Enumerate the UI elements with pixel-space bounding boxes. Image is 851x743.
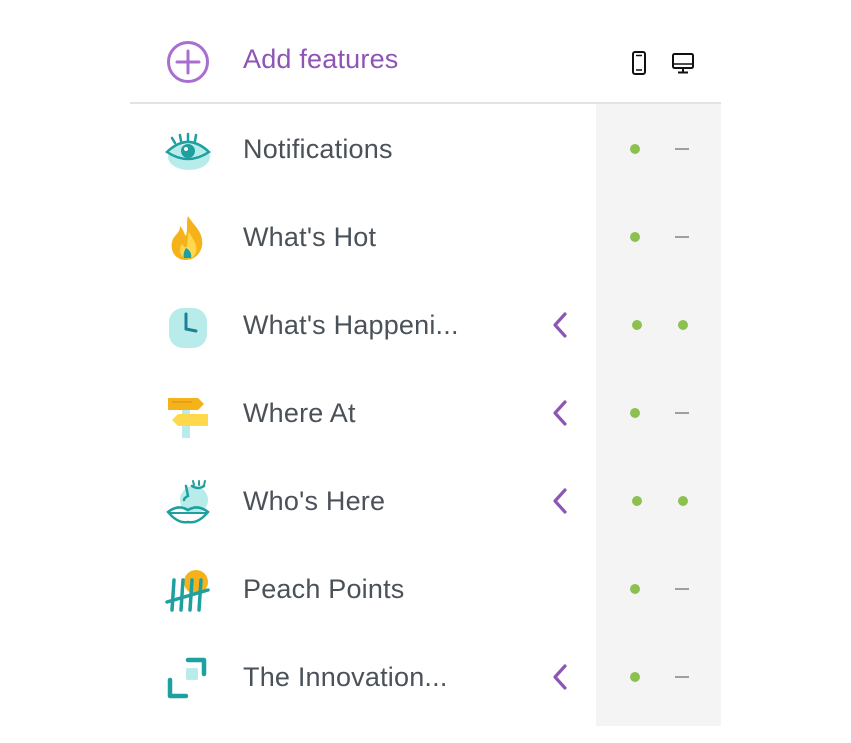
enabled-dot-icon [630, 584, 640, 594]
mobile-phone-icon [632, 51, 646, 75]
feature-row-whats-hot[interactable]: What's Hot [130, 194, 721, 282]
features-panel: Add features Notifications What's Hot Wh… [130, 0, 721, 743]
mobile-status[interactable] [625, 403, 645, 423]
feature-row-whats-happening[interactable]: What's Happeni... [130, 282, 721, 370]
disabled-dash-icon [675, 588, 689, 590]
feature-row-the-innovation[interactable]: The Innovation... [130, 634, 721, 722]
features-header: Add features [130, 0, 721, 104]
mobile-status[interactable] [625, 667, 645, 687]
desktop-status[interactable] [673, 579, 693, 599]
desktop-status[interactable] [673, 227, 693, 247]
expand-frame-icon [167, 657, 207, 699]
enabled-dot-icon [632, 496, 642, 506]
feature-label: What's Happeni... [243, 310, 459, 340]
enabled-dot-icon [678, 320, 688, 330]
mobile-status[interactable] [625, 227, 645, 247]
feature-row-peach-points[interactable]: Peach Points [130, 546, 721, 634]
desktop-status[interactable] [673, 667, 693, 687]
enabled-dot-icon [630, 232, 640, 242]
face-icon [166, 480, 210, 524]
desktop-status[interactable] [673, 139, 693, 159]
feature-label: The Innovation... [243, 662, 448, 692]
feature-label: Who's Here [243, 486, 386, 516]
desktop-status[interactable] [673, 491, 693, 511]
enabled-dot-icon [630, 672, 640, 682]
desktop-status[interactable] [673, 315, 693, 335]
tally-marks-icon [165, 570, 210, 612]
eye-icon [165, 132, 211, 170]
disabled-dash-icon [675, 676, 689, 678]
mobile-status[interactable] [625, 579, 645, 599]
disabled-dash-icon [675, 236, 689, 238]
mobile-status[interactable] [627, 491, 647, 511]
mobile-status[interactable] [625, 139, 645, 159]
enabled-dot-icon [630, 408, 640, 418]
clock-icon [169, 308, 207, 348]
feature-label: What's Hot [243, 222, 377, 252]
desktop-status[interactable] [673, 403, 693, 423]
signpost-icon [168, 398, 208, 438]
add-features-button[interactable]: Add features [243, 44, 399, 75]
chevron-left-icon[interactable] [550, 310, 572, 340]
feature-row-notifications[interactable]: Notifications [130, 106, 721, 194]
fire-icon [171, 216, 203, 260]
enabled-dot-icon [678, 496, 688, 506]
disabled-dash-icon [675, 412, 689, 414]
feature-label: Peach Points [243, 574, 405, 604]
feature-row-whos-here[interactable]: Who's Here [130, 458, 721, 546]
feature-row-where-at[interactable]: Where At [130, 370, 721, 458]
desktop-monitor-icon [672, 53, 694, 74]
feature-label: Notifications [243, 134, 393, 164]
disabled-dash-icon [675, 148, 689, 150]
enabled-dot-icon [630, 144, 640, 154]
chevron-left-icon[interactable] [550, 486, 572, 516]
chevron-left-icon[interactable] [550, 398, 572, 428]
feature-label: Where At [243, 398, 356, 428]
chevron-left-icon[interactable] [550, 662, 572, 692]
plus-circle-icon[interactable] [166, 40, 210, 84]
enabled-dot-icon [632, 320, 642, 330]
mobile-status[interactable] [627, 315, 647, 335]
